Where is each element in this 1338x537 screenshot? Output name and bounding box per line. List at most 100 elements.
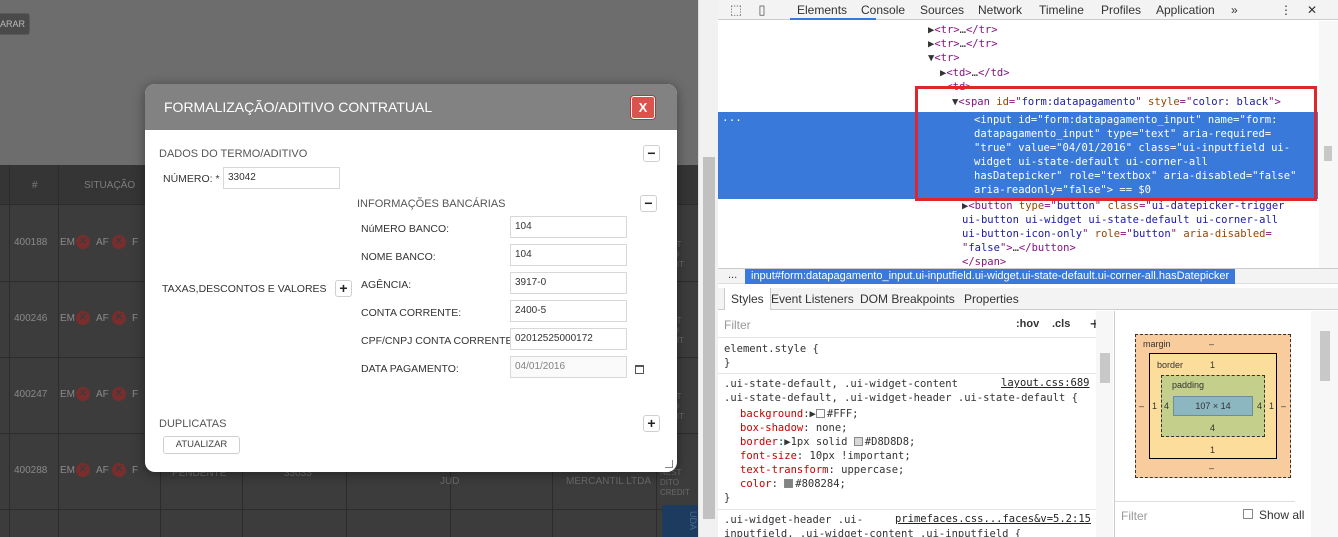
css-property[interactable]: box-shadow: none; — [740, 421, 847, 435]
taxas-label: TAXAS,DESCONTOS E VALORES — [162, 283, 327, 295]
agencia-input[interactable]: 3917-0 — [510, 272, 627, 294]
numero-input[interactable]: 33042 — [223, 167, 340, 189]
dom-node[interactable]: ▶<button type="button" class="ui-datepic… — [962, 199, 1284, 213]
node-actions-icon[interactable]: ··· — [722, 114, 742, 127]
margin-bottom: – — [1209, 463, 1215, 473]
collapse-bancarias-button[interactable]: − — [640, 195, 657, 212]
nome-banco-input[interactable]: 104 — [510, 244, 627, 266]
show-all-checkbox[interactable] — [1243, 509, 1253, 519]
divider — [1115, 501, 1295, 502]
tab-dom-breakpoints[interactable]: DOM Breakpoints — [860, 292, 955, 306]
nome-banco-label: NOME BANCO: — [361, 251, 436, 263]
css-property[interactable]: border:▶1px solid #D8D8D8; — [740, 435, 915, 449]
cls-toggle[interactable]: .cls — [1052, 318, 1070, 330]
css-selector: inputfield, .ui-widget-content .ui-input… — [724, 528, 1022, 537]
data-pagamento-input[interactable]: 04/01/2016 — [510, 356, 627, 378]
content-size: 107 × 14 — [1195, 401, 1231, 411]
page-scrollbar[interactable] — [698, 0, 718, 537]
hov-toggle[interactable]: :hov — [1016, 318, 1039, 330]
error-icon: ✕ — [76, 387, 90, 401]
collapse-termo-button[interactable]: − — [643, 145, 660, 162]
border-top: 1 — [1210, 360, 1216, 370]
device-icon[interactable]: ▯ — [754, 2, 770, 18]
breadcrumb-item-selected[interactable]: input#form:datapagamento_input.ui-inputf… — [745, 269, 1236, 284]
dom-node[interactable]: "false">…</button> — [962, 241, 1076, 255]
numero-label: NÚMERO: * — [163, 173, 220, 185]
css-property[interactable]: text-transform: uppercase; — [740, 463, 904, 477]
error-icon: ✕ — [112, 311, 126, 325]
formalizacao-dialog: FORMALIZAÇÃO/ADITIVO CONTRATUAL X DADOS … — [145, 84, 677, 472]
show-all-label: Show all — [1259, 508, 1305, 522]
css-rule[interactable]: element.style { — [724, 342, 819, 356]
tab-styles[interactable]: Styles — [724, 288, 771, 310]
expand-taxas-button[interactable]: + — [335, 280, 352, 297]
dom-node[interactable]: ▶<td>…</td> — [940, 66, 1010, 80]
css-property[interactable]: font-size: 10px !important; — [740, 449, 911, 463]
row-af: AF — [96, 237, 109, 248]
divider — [718, 337, 1096, 338]
top-button[interactable]: ARAR — [0, 13, 30, 35]
close-icon[interactable]: ✕ — [1307, 3, 1317, 17]
styles-filter-input[interactable]: Filter — [724, 318, 751, 332]
border-bottom: 1 — [1210, 445, 1216, 455]
more-tabs-icon[interactable]: » — [1231, 3, 1238, 17]
side-button[interactable]: UDA — [662, 505, 698, 537]
padding-left: 4 — [1164, 401, 1170, 411]
margin-top: – — [1209, 339, 1215, 349]
styles-scrollbar[interactable] — [1096, 311, 1113, 537]
dom-node[interactable]: ▶<tr>…</tr> — [928, 37, 998, 51]
tab-network[interactable]: Network — [978, 3, 1022, 17]
bancarias-section-title: INFORMAÇÕES BANCÁRIAS — [357, 198, 506, 210]
dom-node[interactable]: ▶<tr>…</tr> — [928, 23, 998, 37]
css-property[interactable]: background:▶ #FFF; — [740, 407, 858, 421]
calendar-icon[interactable] — [635, 365, 644, 374]
margin-label: margin — [1143, 339, 1171, 349]
close-button[interactable]: X — [631, 96, 655, 119]
close-icon: X — [638, 100, 648, 115]
tab-event-listeners[interactable]: Event Listeners — [771, 292, 854, 306]
stylesheet-link[interactable]: layout.css:689 — [1001, 377, 1090, 389]
box-model-scrollbar[interactable] — [1311, 311, 1338, 537]
divider — [718, 509, 1096, 510]
tab-console[interactable]: Console — [861, 3, 905, 17]
row-type: JUD — [440, 476, 460, 487]
error-icon: ✕ — [76, 463, 90, 477]
tab-timeline[interactable]: Timeline — [1039, 3, 1084, 17]
menu-icon[interactable]: ⋮ — [1280, 3, 1292, 17]
atualizar-button[interactable]: ATUALIZAR — [163, 436, 240, 454]
stylesheet-link[interactable]: primefaces.css...faces&v=5.2:15 — [895, 513, 1091, 525]
border-left: 1 — [1152, 401, 1158, 411]
inspect-icon[interactable]: ⬚ — [728, 2, 744, 18]
tab-application[interactable]: Application — [1156, 3, 1215, 17]
dom-scrollbar[interactable] — [1319, 21, 1338, 268]
scrollbar-thumb[interactable] — [1320, 331, 1330, 381]
error-icon: ✕ — [112, 235, 126, 249]
expand-duplicatas-button[interactable]: + — [643, 415, 660, 432]
scrollbar-thumb[interactable] — [1324, 146, 1332, 161]
tab-elements[interactable]: Elements — [797, 3, 847, 17]
dom-node[interactable]: ui-button ui-widget ui-state-default ui-… — [962, 213, 1278, 227]
dom-node[interactable]: </span> — [962, 255, 1006, 268]
padding-bottom: 4 — [1210, 423, 1216, 433]
resize-handle[interactable] — [665, 460, 673, 468]
row-af: AF — [96, 465, 109, 476]
error-icon: ✕ — [76, 235, 90, 249]
tab-profiles[interactable]: Profiles — [1101, 3, 1141, 17]
tab-sources[interactable]: Sources — [920, 3, 964, 17]
scrollbar-thumb[interactable] — [1100, 353, 1110, 383]
css-property[interactable]: color: #808284; — [740, 477, 846, 491]
conta-corrente-input[interactable]: 2400-5 — [510, 300, 627, 322]
row-id: 400246 — [14, 313, 48, 324]
termo-section-title: DADOS DO TERMO/ADITIVO — [159, 148, 308, 160]
dom-node[interactable]: ▼<tr> — [928, 51, 960, 65]
scrollbar-thumb[interactable] — [703, 157, 715, 519]
devtools-panel: ⬚ ▯ Elements Console Sources Network Tim… — [718, 0, 1338, 537]
divider — [718, 373, 1096, 374]
dom-node[interactable]: ui-button-icon-only" role="button" aria-… — [962, 227, 1272, 241]
tab-properties[interactable]: Properties — [964, 292, 1019, 306]
cpf-cnpj-input[interactable]: 02012525000172 — [510, 328, 627, 350]
computed-filter-input[interactable]: Filter — [1121, 509, 1148, 523]
padding-right: 4 — [1257, 401, 1263, 411]
breadcrumb-more[interactable]: ... — [728, 269, 737, 281]
numero-banco-input[interactable]: 104 — [510, 216, 627, 238]
